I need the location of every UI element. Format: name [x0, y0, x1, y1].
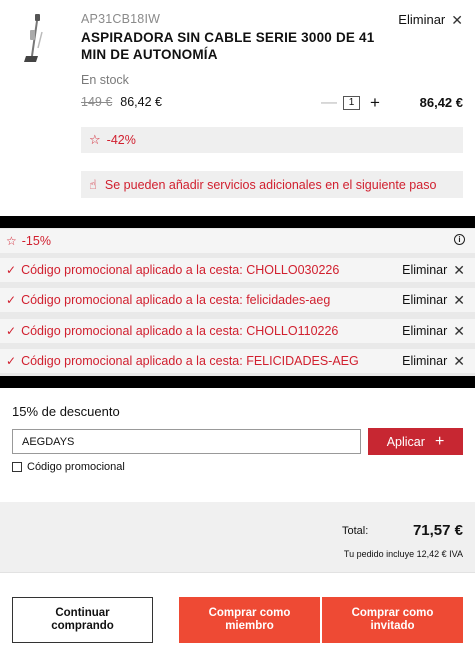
price-group: 149 € 86,42 € [81, 95, 162, 109]
remove-item-button[interactable]: Eliminar ✕ [398, 12, 463, 27]
plus-icon: + [434, 432, 445, 450]
check-icon: ✓ [6, 263, 17, 277]
remove-promo-button[interactable]: Eliminar ✕ [402, 324, 465, 338]
close-icon: ✕ [453, 323, 465, 339]
current-price: 86,42 € [120, 95, 162, 109]
discount-badge: ☆ -42% [81, 127, 463, 153]
promo-row: ✓ Código promocional aplicado a la cesta… [0, 258, 475, 282]
total-label: Total: [342, 525, 369, 537]
promo-row: ✓ Código promocional aplicado a la cesta… [0, 319, 475, 343]
promo-row: ✓ Código promocional aplicado a la cesta… [0, 288, 475, 312]
discount-title: 15% de descuento [12, 404, 120, 419]
info-icon[interactable]: i [454, 234, 465, 245]
promo-text: Código promocional aplicado a la cesta: … [21, 324, 339, 338]
divider-bar [0, 216, 475, 228]
remove-label: Eliminar [402, 324, 448, 338]
remove-label: Eliminar [402, 263, 448, 277]
continue-shopping-button[interactable]: Continuar comprando [12, 597, 153, 643]
promo-header-row: ☆ -15% i [0, 229, 475, 253]
remove-promo-button[interactable]: Eliminar ✕ [402, 293, 465, 307]
product-sku: AP31CB18IW [81, 12, 161, 26]
close-icon: ✕ [451, 11, 463, 28]
discount-label: -42% [106, 133, 136, 147]
total-value: 71,57 € [412, 522, 463, 539]
cart-item: AP31CB18IW Eliminar ✕ ASPIRADORA SIN CAB… [0, 0, 475, 216]
decrease-quantity-button[interactable]: — [321, 94, 337, 112]
remove-promo-button[interactable]: Eliminar ✕ [402, 354, 465, 368]
services-note: Se pueden añadir servicios adicionales e… [104, 177, 437, 192]
check-icon: ✓ [6, 293, 17, 307]
check-icon: ✓ [6, 324, 17, 338]
checkbox-label: Código promocional [27, 461, 125, 473]
promo-text: Código promocional aplicado a la cesta: … [21, 293, 331, 307]
vacuum-icon [24, 14, 43, 62]
check-icon: ✓ [6, 354, 17, 368]
product-name[interactable]: ASPIRADORA SIN CABLE SERIE 3000 DE 41 MI… [81, 29, 401, 63]
order-summary: Total: 71,57 € Tu pedido incluye 12,42 €… [0, 502, 475, 572]
buy-as-guest-button[interactable]: Comprar como invitado [322, 597, 463, 643]
apply-code-button[interactable]: Aplicar + [368, 428, 463, 455]
checkout-actions: Continuar comprando Comprar como miembro… [0, 572, 475, 664]
star-icon: ☆ [6, 234, 17, 248]
close-icon: ✕ [453, 353, 465, 369]
quantity-stepper: — 1 + [321, 93, 382, 113]
remove-label: Eliminar [402, 293, 448, 307]
promo-code-checkbox[interactable] [12, 462, 22, 472]
buy-as-member-button[interactable]: Comprar como miembro [179, 597, 320, 643]
increase-quantity-button[interactable]: + [368, 93, 382, 113]
remove-promo-button[interactable]: Eliminar ✕ [402, 263, 465, 277]
services-notice: ☝ Se pueden añadir servicios adicionales… [81, 171, 463, 198]
stock-status: En stock [81, 73, 129, 87]
promo-code-toggle[interactable]: Código promocional [12, 461, 125, 473]
close-icon: ✕ [453, 292, 465, 308]
star-icon: ☆ [89, 132, 101, 147]
hand-pointer-icon: ☝ [89, 176, 97, 192]
apply-label: Aplicar [386, 434, 425, 449]
vat-note: Tu pedido incluye 12,42 € IVA [343, 549, 463, 559]
promo-row: ✓ Código promocional aplicado a la cesta… [0, 349, 475, 373]
old-price: 149 € [81, 95, 113, 109]
promo-text: Código promocional aplicado a la cesta: … [21, 263, 340, 277]
promotions-list: ☆ -15% i ✓ Código promocional aplicado a… [0, 228, 475, 376]
quantity-field[interactable]: 1 [343, 96, 360, 110]
line-total: 86,42 € [419, 95, 463, 110]
remove-label: Eliminar [402, 354, 448, 368]
remove-label: Eliminar [398, 12, 446, 27]
promo-text: Código promocional aplicado a la cesta: … [21, 354, 359, 368]
close-icon: ✕ [453, 262, 465, 278]
promo-discount: -15% [21, 234, 51, 248]
divider-bar [0, 376, 475, 388]
promo-code-input[interactable] [12, 429, 361, 454]
